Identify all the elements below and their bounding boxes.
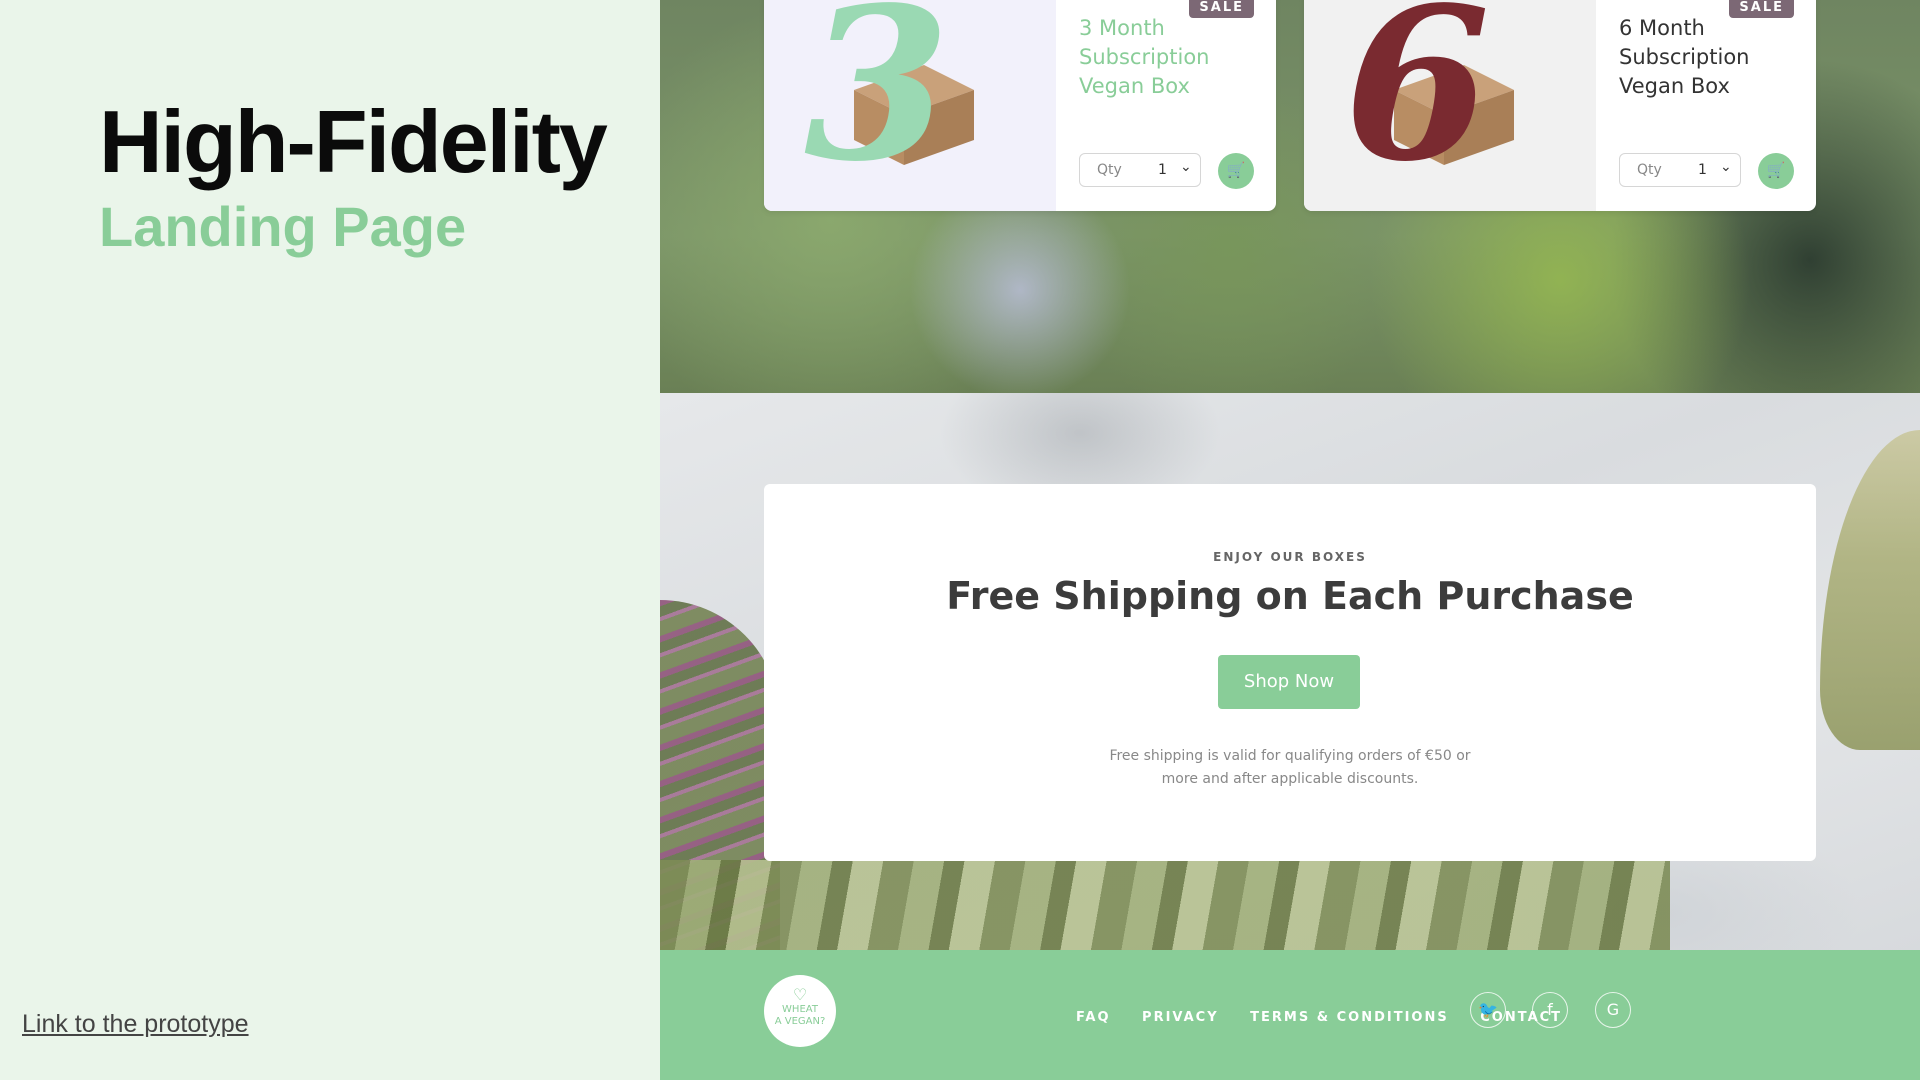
chevron-down-icon: ⌄ [1180, 159, 1192, 175]
shipping-fine-print: Free shipping is valid for qualifying or… [1109, 748, 1471, 787]
left-panel: High-Fidelity Landing Page Link to the p… [0, 0, 660, 1080]
promo-card: ENJOY OUR BOXES Free Shipping on Each Pu… [764, 484, 1816, 861]
sale-badge: SALE [1729, 0, 1794, 18]
qty-label: Qty [1097, 162, 1122, 178]
qty-label: Qty [1637, 162, 1662, 178]
logo-text-line1: WHEAT [782, 1004, 818, 1015]
promo-headline: Free Shipping on Each Purchase [946, 574, 1634, 618]
numeral-3: 3 [804, 0, 951, 208]
footer-link-privacy[interactable]: PRIVACY [1142, 1010, 1219, 1025]
product-name[interactable]: 3 Month Subscription Vegan Box [1079, 14, 1254, 101]
footer-link-terms[interactable]: TERMS & CONDITIONS [1250, 1010, 1449, 1025]
page-title: High-Fidelity [99, 92, 608, 191]
heart-icon: ♡ [792, 985, 808, 1004]
footer-link-faq[interactable]: FAQ [1076, 1010, 1111, 1025]
logo-text-line2: A VEGAN? [774, 1016, 826, 1027]
cart-icon[interactable]: 🛒 [1218, 153, 1254, 189]
product-card-3-month: 3 3 Month Subscription Vegan Box SALE Qt… [764, 0, 1276, 211]
qty-value: 1 [1158, 162, 1167, 178]
product-image: 6 [1304, 0, 1596, 211]
shop-now-button[interactable]: Shop Now [1218, 655, 1360, 709]
chevron-down-icon: ⌄ [1720, 159, 1732, 175]
facebook-icon[interactable]: f [1532, 992, 1568, 1028]
qty-value: 1 [1698, 162, 1707, 178]
product-card-6-month: 6 6 Month Subscription Vegan Box SALE Qt… [1304, 0, 1816, 211]
prototype-link[interactable]: Link to the prototype [22, 1010, 249, 1039]
footer: ♡ WHEAT A VEGAN? FAQ PRIVACY TERMS & CON… [660, 950, 1920, 1080]
promo-eyebrow: ENJOY OUR BOXES [1213, 550, 1367, 564]
product-name[interactable]: 6 Month Subscription Vegan Box [1619, 14, 1794, 101]
footer-nav: FAQ PRIVACY TERMS & CONDITIONS CONTACT [1076, 1010, 1587, 1025]
quantity-select[interactable]: Qty 1 ⌄ [1079, 153, 1201, 187]
page-subtitle: Landing Page [99, 195, 467, 258]
sale-badge: SALE [1189, 0, 1254, 18]
numeral-6: 6 [1344, 0, 1491, 208]
product-image: 3 [764, 0, 1056, 211]
quantity-select[interactable]: Qty 1 ⌄ [1619, 153, 1741, 187]
google-icon[interactable]: G [1595, 992, 1631, 1028]
logo[interactable]: ♡ WHEAT A VEGAN? [764, 975, 836, 1047]
twitter-icon[interactable]: 🐦 [1470, 992, 1506, 1028]
cart-icon[interactable]: 🛒 [1758, 153, 1794, 189]
landing-page-preview: 3 3 Month Subscription Vegan Box SALE Qt… [660, 0, 1920, 1080]
leaves-image [660, 860, 1670, 950]
